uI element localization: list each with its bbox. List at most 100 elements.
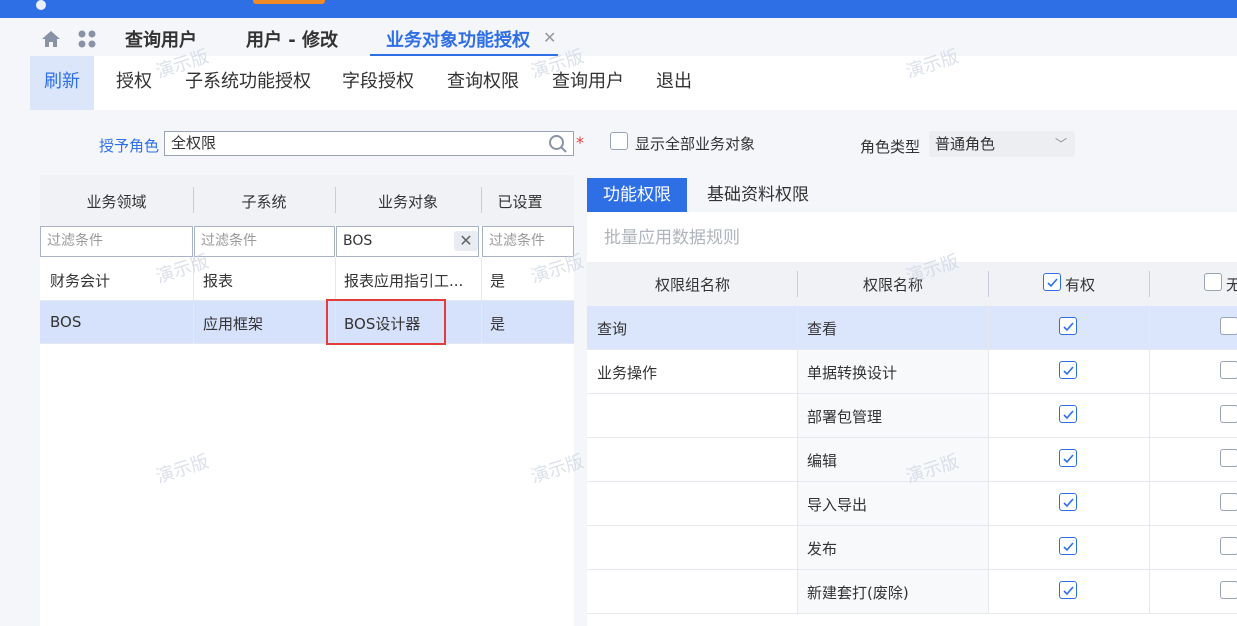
- column-divider: [797, 570, 798, 613]
- column-divider: [988, 570, 989, 613]
- role-type-label: 角色类型: [860, 138, 921, 156]
- column-divider: [335, 258, 336, 300]
- tab-function-permission[interactable]: 功能权限: [587, 178, 687, 212]
- tab-query-user[interactable]: 查询用户: [125, 26, 197, 52]
- authorize-button[interactable]: 授权: [116, 56, 152, 110]
- filter-input-set[interactable]: 过滤条件: [482, 226, 574, 257]
- column-header: 业务对象: [377, 193, 438, 211]
- no-permission-checkbox[interactable]: [1220, 405, 1237, 423]
- exit-button[interactable]: 退出: [656, 56, 692, 110]
- batch-apply-rules-button[interactable]: 批量应用数据规则: [604, 223, 740, 248]
- clear-filter-icon[interactable]: ✕: [454, 231, 478, 251]
- column-divider: [1149, 570, 1150, 613]
- role-label: 授予角色: [99, 137, 160, 155]
- chevron-down-icon: ﹀: [1054, 137, 1067, 151]
- column-divider: [988, 394, 989, 437]
- column-header: 无: [1226, 276, 1237, 294]
- column-divider: [1149, 271, 1150, 297]
- table-row-selected[interactable]: BOS 应用框架 BOS设计器 是: [40, 301, 574, 344]
- column-divider: [797, 482, 798, 525]
- filter-input-domain[interactable]: 过滤条件: [40, 226, 193, 257]
- column-divider: [1149, 350, 1150, 393]
- has-permission-checkbox[interactable]: [1059, 537, 1077, 555]
- tab-basic-data-permission[interactable]: 基础资料权限: [691, 178, 825, 212]
- column-divider: [988, 438, 989, 481]
- cell-permission: 导入导出: [807, 496, 868, 514]
- close-icon[interactable]: ✕: [543, 28, 556, 47]
- has-permission-checkbox[interactable]: [1059, 581, 1077, 599]
- cell-permission: 单据转换设计: [807, 364, 898, 382]
- role-input[interactable]: 全权限: [164, 131, 574, 156]
- column-divider: [797, 271, 798, 297]
- no-permission-checkbox[interactable]: [1220, 537, 1237, 555]
- permission-row[interactable]: 发布: [587, 526, 1237, 570]
- cell-permission: 部署包管理: [807, 408, 883, 426]
- permission-row[interactable]: 查询 查看: [587, 306, 1237, 350]
- column-divider: [797, 526, 798, 569]
- query-user-button[interactable]: 查询用户: [552, 56, 624, 110]
- column-divider: [193, 301, 194, 343]
- toolbar: 刷新 授权 子系统功能授权 字段授权 查询权限 查询用户 退出: [30, 56, 1237, 110]
- show-all-label: 显示全部业务对象: [635, 135, 756, 153]
- subsystem-auth-button[interactable]: 子系统功能授权: [185, 56, 311, 110]
- select-all-no-permission-checkbox[interactable]: [1204, 273, 1222, 291]
- no-permission-checkbox[interactable]: [1220, 581, 1237, 599]
- column-divider: [1149, 526, 1150, 569]
- apps-grid-icon[interactable]: [76, 28, 98, 50]
- column-header: 权限名称: [863, 276, 924, 294]
- permission-row[interactable]: 部署包管理: [587, 394, 1237, 438]
- cell-domain: BOS: [50, 313, 82, 331]
- no-permission-checkbox[interactable]: [1220, 493, 1237, 511]
- column-divider: [797, 394, 798, 437]
- column-divider: [1149, 438, 1150, 481]
- filter-input-subsystem[interactable]: 过滤条件: [194, 226, 335, 257]
- no-permission-checkbox[interactable]: [1220, 449, 1237, 467]
- permission-row[interactable]: 编辑: [587, 438, 1237, 482]
- column-divider: [988, 526, 989, 569]
- permission-tabs: 功能权限 基础资料权限: [587, 175, 1237, 212]
- home-icon[interactable]: [40, 28, 62, 50]
- table-row[interactable]: 财务会计 报表 报表应用指引工... 是: [40, 258, 574, 301]
- column-divider: [797, 350, 798, 393]
- tab-business-object-auth[interactable]: 业务对象功能授权: [386, 26, 530, 52]
- has-permission-checkbox[interactable]: [1059, 493, 1077, 511]
- tab-user-edit[interactable]: 用户 - 修改: [246, 26, 338, 52]
- column-divider: [481, 301, 482, 343]
- has-permission-checkbox[interactable]: [1059, 449, 1077, 467]
- column-divider: [988, 350, 989, 393]
- refresh-button[interactable]: 刷新: [30, 56, 94, 110]
- has-permission-checkbox[interactable]: [1059, 361, 1077, 379]
- column-divider: [193, 258, 194, 300]
- search-icon[interactable]: [548, 134, 568, 154]
- column-divider: [988, 482, 989, 525]
- select-all-has-permission-checkbox[interactable]: [1043, 273, 1061, 291]
- tab-strip: 查询用户 用户 - 修改 业务对象功能授权 ✕: [0, 18, 1237, 56]
- permission-row[interactable]: 导入导出: [587, 482, 1237, 526]
- cell-object: 报表应用指引工...: [344, 272, 464, 290]
- column-divider: [481, 258, 482, 300]
- query-permission-button[interactable]: 查询权限: [447, 56, 519, 110]
- permission-row[interactable]: 新建套打(废除): [587, 570, 1237, 614]
- required-marker: *: [576, 133, 584, 152]
- no-permission-checkbox[interactable]: [1220, 361, 1237, 379]
- column-divider: [797, 438, 798, 481]
- column-header: 业务领域: [86, 193, 147, 211]
- no-permission-checkbox[interactable]: [1220, 317, 1237, 335]
- column-divider: [1149, 482, 1150, 525]
- role-type-select[interactable]: 普通角色 ﹀: [929, 131, 1075, 157]
- permission-row[interactable]: 业务操作 单据转换设计: [587, 350, 1237, 394]
- field-auth-button[interactable]: 字段授权: [342, 56, 414, 110]
- notification-badge: [253, 0, 325, 4]
- column-divider: [797, 306, 798, 349]
- has-permission-checkbox[interactable]: [1059, 317, 1077, 335]
- cell-group: 业务操作: [597, 364, 658, 382]
- cell-permission: 发布: [807, 540, 838, 558]
- filter-bar: 授予角色 全权限 * 显示全部业务对象 角色类型 普通角色 ﹀: [30, 126, 1237, 162]
- cell-permission: 查看: [807, 320, 838, 338]
- column-divider: [1149, 306, 1150, 349]
- permission-panel: 功能权限 基础资料权限 批量应用数据规则 权限组名称 权限名称 有权 无 查询 …: [587, 175, 1237, 626]
- cell-subsystem: 应用框架: [203, 315, 264, 333]
- has-permission-checkbox[interactable]: [1059, 405, 1077, 423]
- cell-subsystem: 报表: [203, 272, 234, 290]
- show-all-checkbox[interactable]: [610, 132, 628, 150]
